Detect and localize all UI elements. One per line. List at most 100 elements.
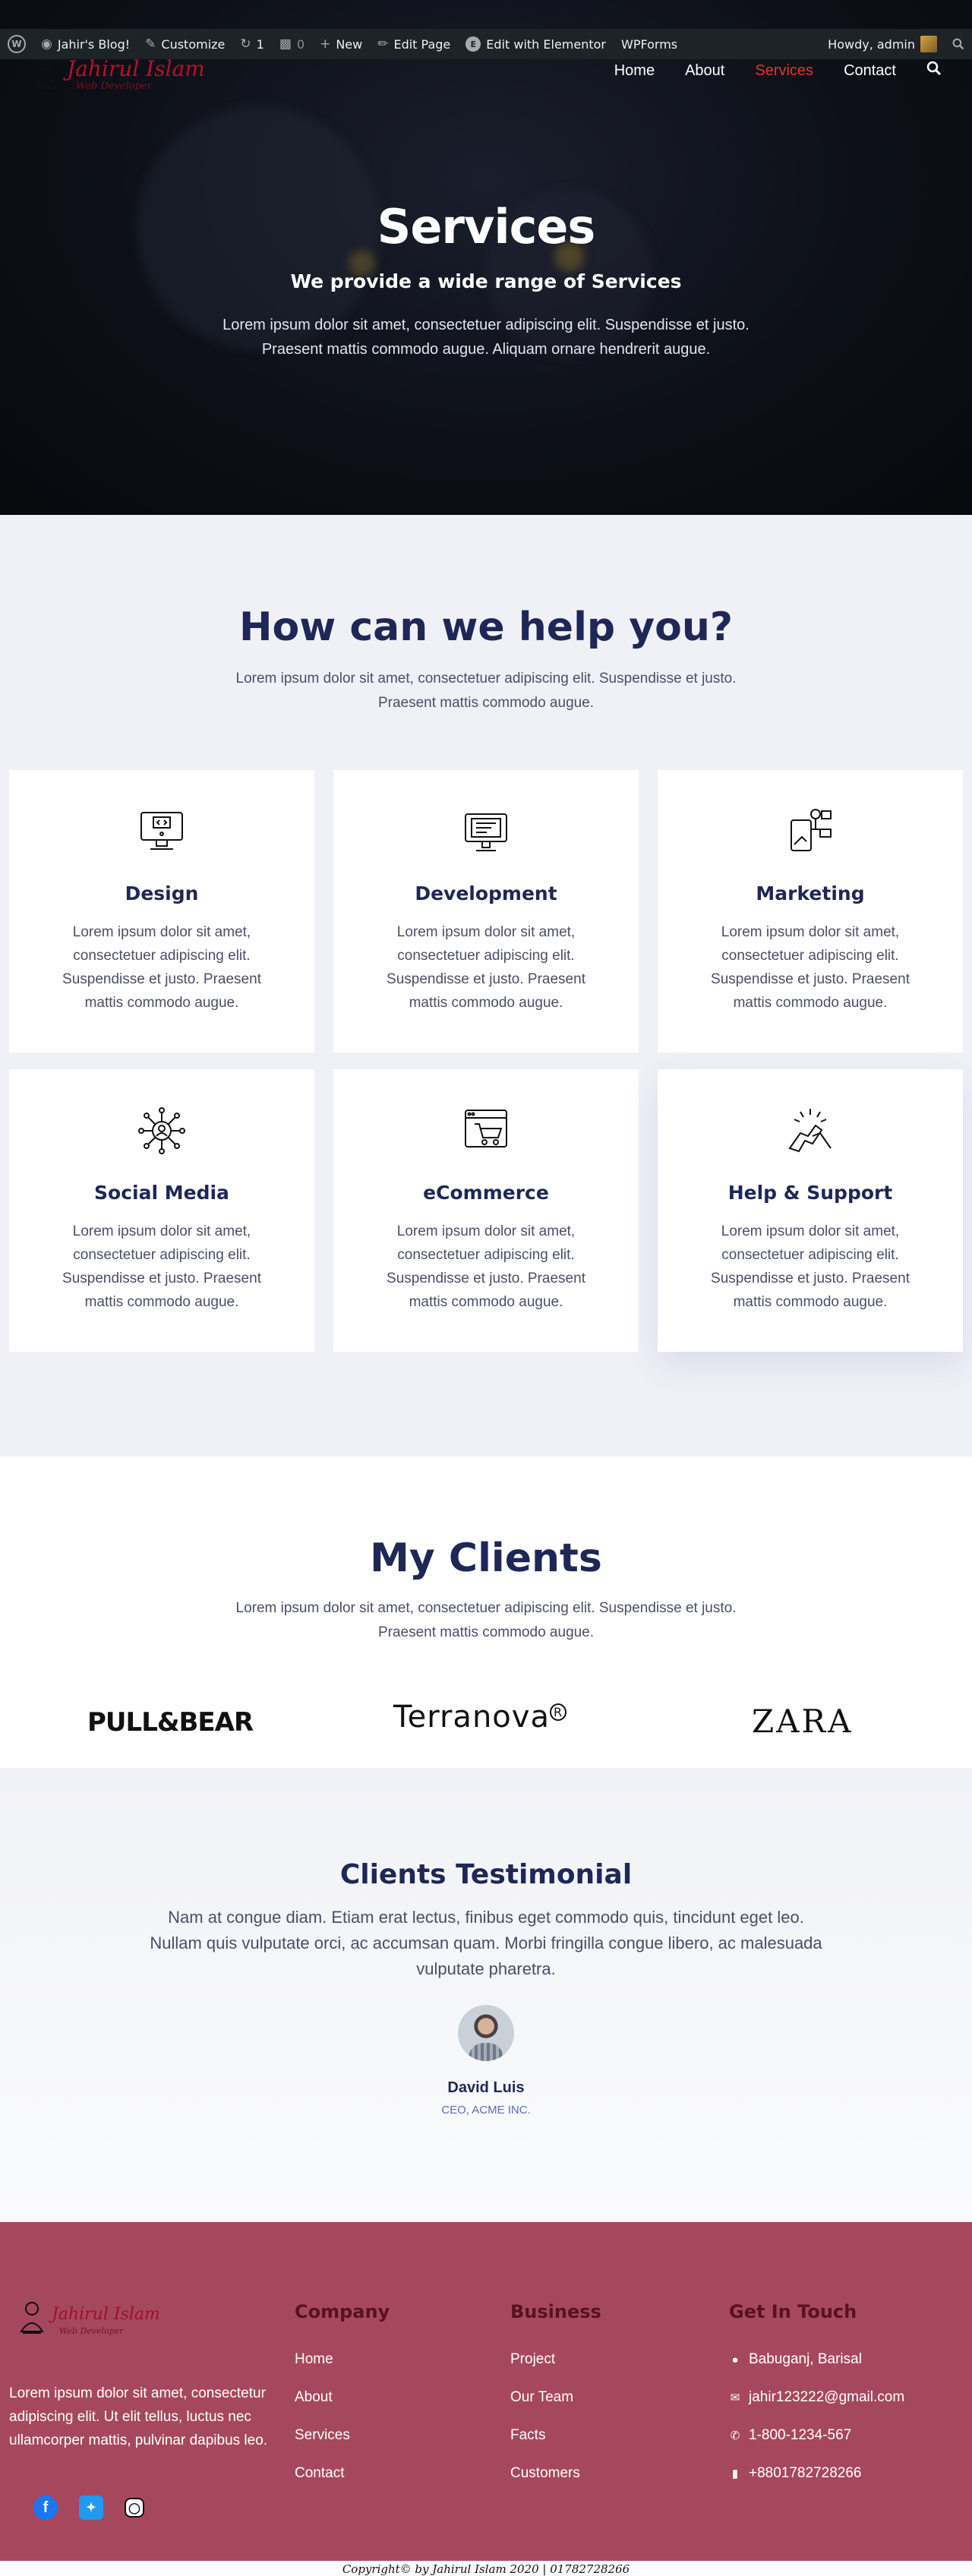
admin-account[interactable]: Howdy, admin (828, 36, 937, 52)
site-logo[interactable]: Jahirul Islam Web Developer (30, 53, 205, 96)
clients-text: Lorem ipsum dolor sit amet, consectetuer… (235, 1600, 737, 1640)
comment-icon: ▩ (279, 36, 292, 52)
nav-item-contact[interactable]: Contact (844, 62, 896, 80)
footer-link-customers[interactable]: Customers (510, 2454, 601, 2492)
service-card-title: Development (415, 882, 557, 904)
brush-icon: ✎ (145, 36, 156, 52)
footer-email[interactable]: ✉ jahir123222@gmail.com (729, 2379, 904, 2417)
hero-subtitle: We provide a wide range of Services (290, 270, 682, 292)
pencil-icon: ✏ (377, 36, 389, 52)
footer-column-title: Business (510, 2301, 601, 2322)
admin-wpforms[interactable]: WPForms (621, 37, 677, 52)
admin-edit-page[interactable]: ✏ Edit Page (377, 36, 450, 52)
service-card-title: Social Media (94, 1182, 229, 1204)
marketing-icon (785, 807, 835, 857)
footer-link-our-team[interactable]: Our Team (510, 2379, 601, 2417)
testimonial-section: Clients Testimonial Nam at congue diam. … (0, 1768, 972, 2222)
client-logo-terranova-text: Terranova (393, 1700, 550, 1735)
footer-company-column: Company Home About Services Contact (295, 2301, 390, 2492)
envelope-icon: ✉ (730, 2391, 740, 2404)
footer-address: ● Babuganj, Barisal (729, 2341, 904, 2379)
client-logo-terranova: Terranova R (393, 1700, 567, 1735)
footer-logo-tagline: Web Developer (59, 2325, 124, 2336)
social-links: f ✦ ◯ (33, 2496, 144, 2520)
admin-updates[interactable]: ↻ 1 (240, 36, 264, 52)
client-logo-zara: ZARA (752, 1703, 854, 1740)
mobile-icon: ▮ (731, 2467, 739, 2480)
logo-tagline: Web Developer (76, 80, 152, 92)
phone-icon: ✆ (730, 2429, 740, 2442)
admin-new[interactable]: + New (320, 36, 362, 52)
service-card-marketing[interactable]: Marketing Lorem ipsum dolor sit amet, co… (658, 770, 963, 1053)
dashboard-icon: ◉ (41, 36, 52, 52)
footer-logo-name: Jahirul Islam (52, 2304, 160, 2324)
service-card-text: Lorem ipsum dolor sit amet, consectetuer… (711, 1223, 910, 1310)
service-card-title: Design (125, 882, 199, 904)
admin-comments[interactable]: ▩ 0 (279, 36, 305, 52)
admin-wpforms-label: WPForms (621, 36, 678, 52)
footer-mobile[interactable]: ▮ +8801782728266 (729, 2454, 904, 2492)
footer-about-text: Lorem ipsum dolor sit amet, consectetur … (9, 2385, 268, 2448)
footer-phone[interactable]: ✆ 1-800-1234-567 (729, 2417, 904, 2454)
main-nav: Home About Services Contact (614, 61, 942, 80)
admin-new-label: New (336, 36, 363, 52)
instagram-icon[interactable]: ◯ (125, 2498, 144, 2518)
plus-icon: + (320, 36, 331, 52)
clients-section: My Clients Lorem ipsum dolor sit amet, c… (0, 1457, 972, 1768)
footer-link-about[interactable]: About (295, 2379, 390, 2417)
footer-mobile-text: +8801782728266 (749, 2465, 862, 2481)
nav-item-services[interactable]: Services (755, 62, 813, 80)
developer-logo-icon (20, 2302, 44, 2334)
service-card-title: eCommerce (423, 1182, 549, 1204)
service-card-ecommerce[interactable]: eCommerce Lorem ipsum dolor sit amet, co… (333, 1069, 639, 1352)
nav-item-home[interactable]: Home (614, 62, 655, 80)
admin-edit-page-label: Edit Page (393, 36, 451, 52)
services-section: How can we help you? Lorem ipsum dolor s… (0, 515, 972, 1457)
avatar (458, 2005, 514, 2061)
service-card-text: Lorem ipsum dolor sit amet, consectetuer… (387, 1223, 585, 1310)
service-card-text: Lorem ipsum dolor sit amet, consectetuer… (62, 1223, 261, 1310)
wordpress-logo-icon[interactable]: W (8, 35, 26, 53)
copyright-text: Copyright© by Jahirul Islam 2020 | 01782… (342, 2562, 630, 2576)
admin-updates-count: 1 (256, 36, 264, 52)
search-icon[interactable] (926, 61, 942, 80)
footer-column-title: Get In Touch (729, 2301, 857, 2322)
footer-logo[interactable]: Jahirul Islam Web Developer (17, 2298, 160, 2341)
footer-link-home[interactable]: Home (295, 2341, 390, 2379)
admin-site-name[interactable]: ◉ Jahir's Blog! (41, 36, 130, 52)
testimonial-quote: Nam at congue diam. Etiam erat lectus, f… (150, 1908, 822, 1978)
footer-link-services[interactable]: Services (295, 2417, 390, 2454)
hero-section: Jahirul Islam Web Developer Home About S… (0, 0, 972, 515)
nav-item-about[interactable]: About (685, 62, 724, 80)
admin-customize-label: Customize (161, 36, 226, 52)
elementor-icon: E (465, 36, 481, 52)
service-card-development[interactable]: Development Lorem ipsum dolor sit amet, … (333, 770, 639, 1053)
admin-comments-count: 0 (296, 36, 305, 52)
social-media-network-icon (137, 1106, 187, 1156)
footer-link-facts[interactable]: Facts (510, 2417, 601, 2454)
footer-link-project[interactable]: Project (510, 2341, 601, 2379)
service-card-text: Lorem ipsum dolor sit amet, consectetuer… (711, 924, 910, 1011)
wp-admin-bar: W ◉ Jahir's Blog! ✎ Customize ↻ 1 ▩ 0 + New ✏… (0, 29, 972, 59)
design-monitor-icon (137, 807, 187, 857)
admin-edit-elementor-label: Edit with Elementor (486, 36, 606, 52)
service-card-help-support[interactable]: Help & Support Lorem ipsum dolor sit ame… (658, 1069, 963, 1352)
service-card-title: Marketing (756, 882, 865, 904)
ecommerce-cart-icon (461, 1106, 511, 1156)
testimonial-author-name: David Luis (447, 2079, 525, 2096)
service-card-text: Lorem ipsum dolor sit amet, consectetuer… (62, 924, 261, 1011)
footer-link-contact[interactable]: Contact (295, 2454, 390, 2492)
facebook-icon[interactable]: f (33, 2496, 58, 2520)
updates-icon: ↻ (240, 36, 251, 52)
twitter-icon[interactable]: ✦ (79, 2496, 103, 2520)
admin-search-icon[interactable] (952, 38, 964, 50)
service-card-design[interactable]: Design Lorem ipsum dolor sit amet, conse… (9, 770, 314, 1053)
hero-title: Services (377, 199, 596, 254)
avatar (920, 36, 937, 52)
footer-business-column: Business Project Our Team Facts Customer… (510, 2301, 601, 2492)
admin-customize[interactable]: ✎ Customize (145, 36, 225, 52)
admin-edit-elementor[interactable]: E Edit with Elementor (465, 36, 606, 52)
admin-site-name-label: Jahir's Blog! (57, 36, 131, 52)
footer-contact-column: Get In Touch ● Babuganj, Barisal ✉ jahir12… (729, 2301, 904, 2492)
service-card-social-media[interactable]: Social Media Lorem ipsum dolor sit amet,… (9, 1069, 314, 1352)
